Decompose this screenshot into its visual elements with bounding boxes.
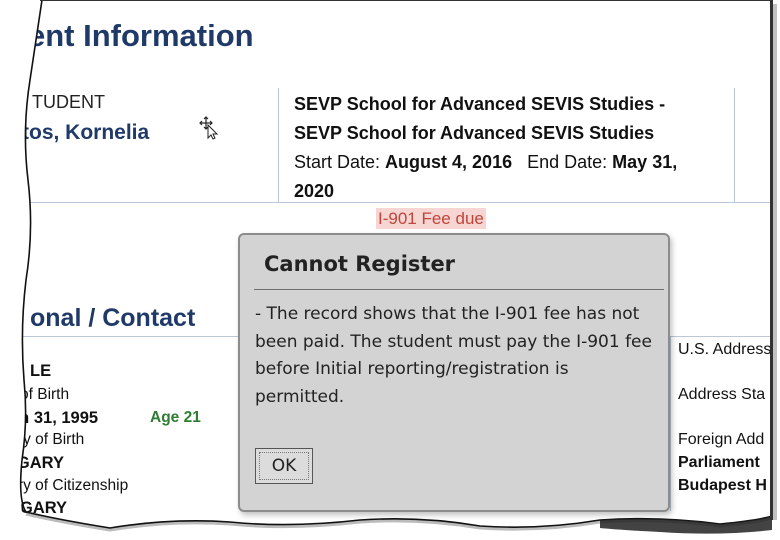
country-of-birth-label: ntry of Birth (5, 431, 85, 448)
country-of-citizenship-value: GARY (20, 499, 68, 517)
school-info: SEVP School for Advanced SEVIS Studies -… (294, 90, 734, 206)
header-right-border (734, 88, 735, 202)
end-date-year: 2020 (294, 181, 335, 201)
student-label: TUDENT (32, 92, 105, 112)
page-title: ent Information (28, 18, 254, 53)
foreign-address-label: Foreign Add (678, 431, 765, 448)
us-address-label: U.S. Address (678, 341, 772, 358)
start-date-label: Start Date: (294, 152, 386, 172)
foreign-address-line1: Parliament (678, 454, 760, 471)
address-status-label: Address Sta (678, 386, 766, 403)
country-of-citizenship-label: ntry of Citizenship (5, 477, 129, 494)
student-name-link[interactable]: tos, Kornelia (22, 121, 149, 145)
section-heading: onal / Contact (30, 304, 196, 332)
foreign-address-line2: Budapest H (678, 477, 767, 494)
move-cursor-icon (199, 116, 219, 140)
gender-value: LE (30, 362, 52, 380)
dialog-title: Cannot Register (264, 252, 456, 276)
age-value: Age 21 (150, 409, 201, 426)
start-date-value: August 4, 2016 (385, 152, 513, 172)
school-name-line2: SEVP School for Advanced SEVIS Studies (294, 123, 655, 143)
header-divider (278, 88, 279, 202)
end-date-value: May 31, (612, 152, 678, 172)
dob-label: of Birth (20, 386, 70, 403)
end-date-label: End Date: (527, 152, 613, 172)
dob-value: ch 31, 1995 (10, 409, 99, 427)
dialog-message: - The record shows that the I-901 fee ha… (255, 304, 652, 407)
country-of-birth-value: NGARY (5, 454, 64, 472)
cannot-register-dialog: Cannot Register - The record shows that … (238, 233, 670, 512)
contact-divider (670, 336, 671, 511)
dialog-divider (254, 289, 664, 290)
fee-due-badge: I-901 Fee due (376, 208, 486, 229)
ok-button[interactable]: OK (255, 448, 313, 484)
program-dates: Start Date: August 4, 2016 End Date: May… (294, 148, 734, 177)
school-name-line1: SEVP School for Advanced SEVIS Studies - (294, 94, 666, 114)
student-information-page: ent Information TUDENT tos, Kornelia SEV… (0, 0, 780, 540)
